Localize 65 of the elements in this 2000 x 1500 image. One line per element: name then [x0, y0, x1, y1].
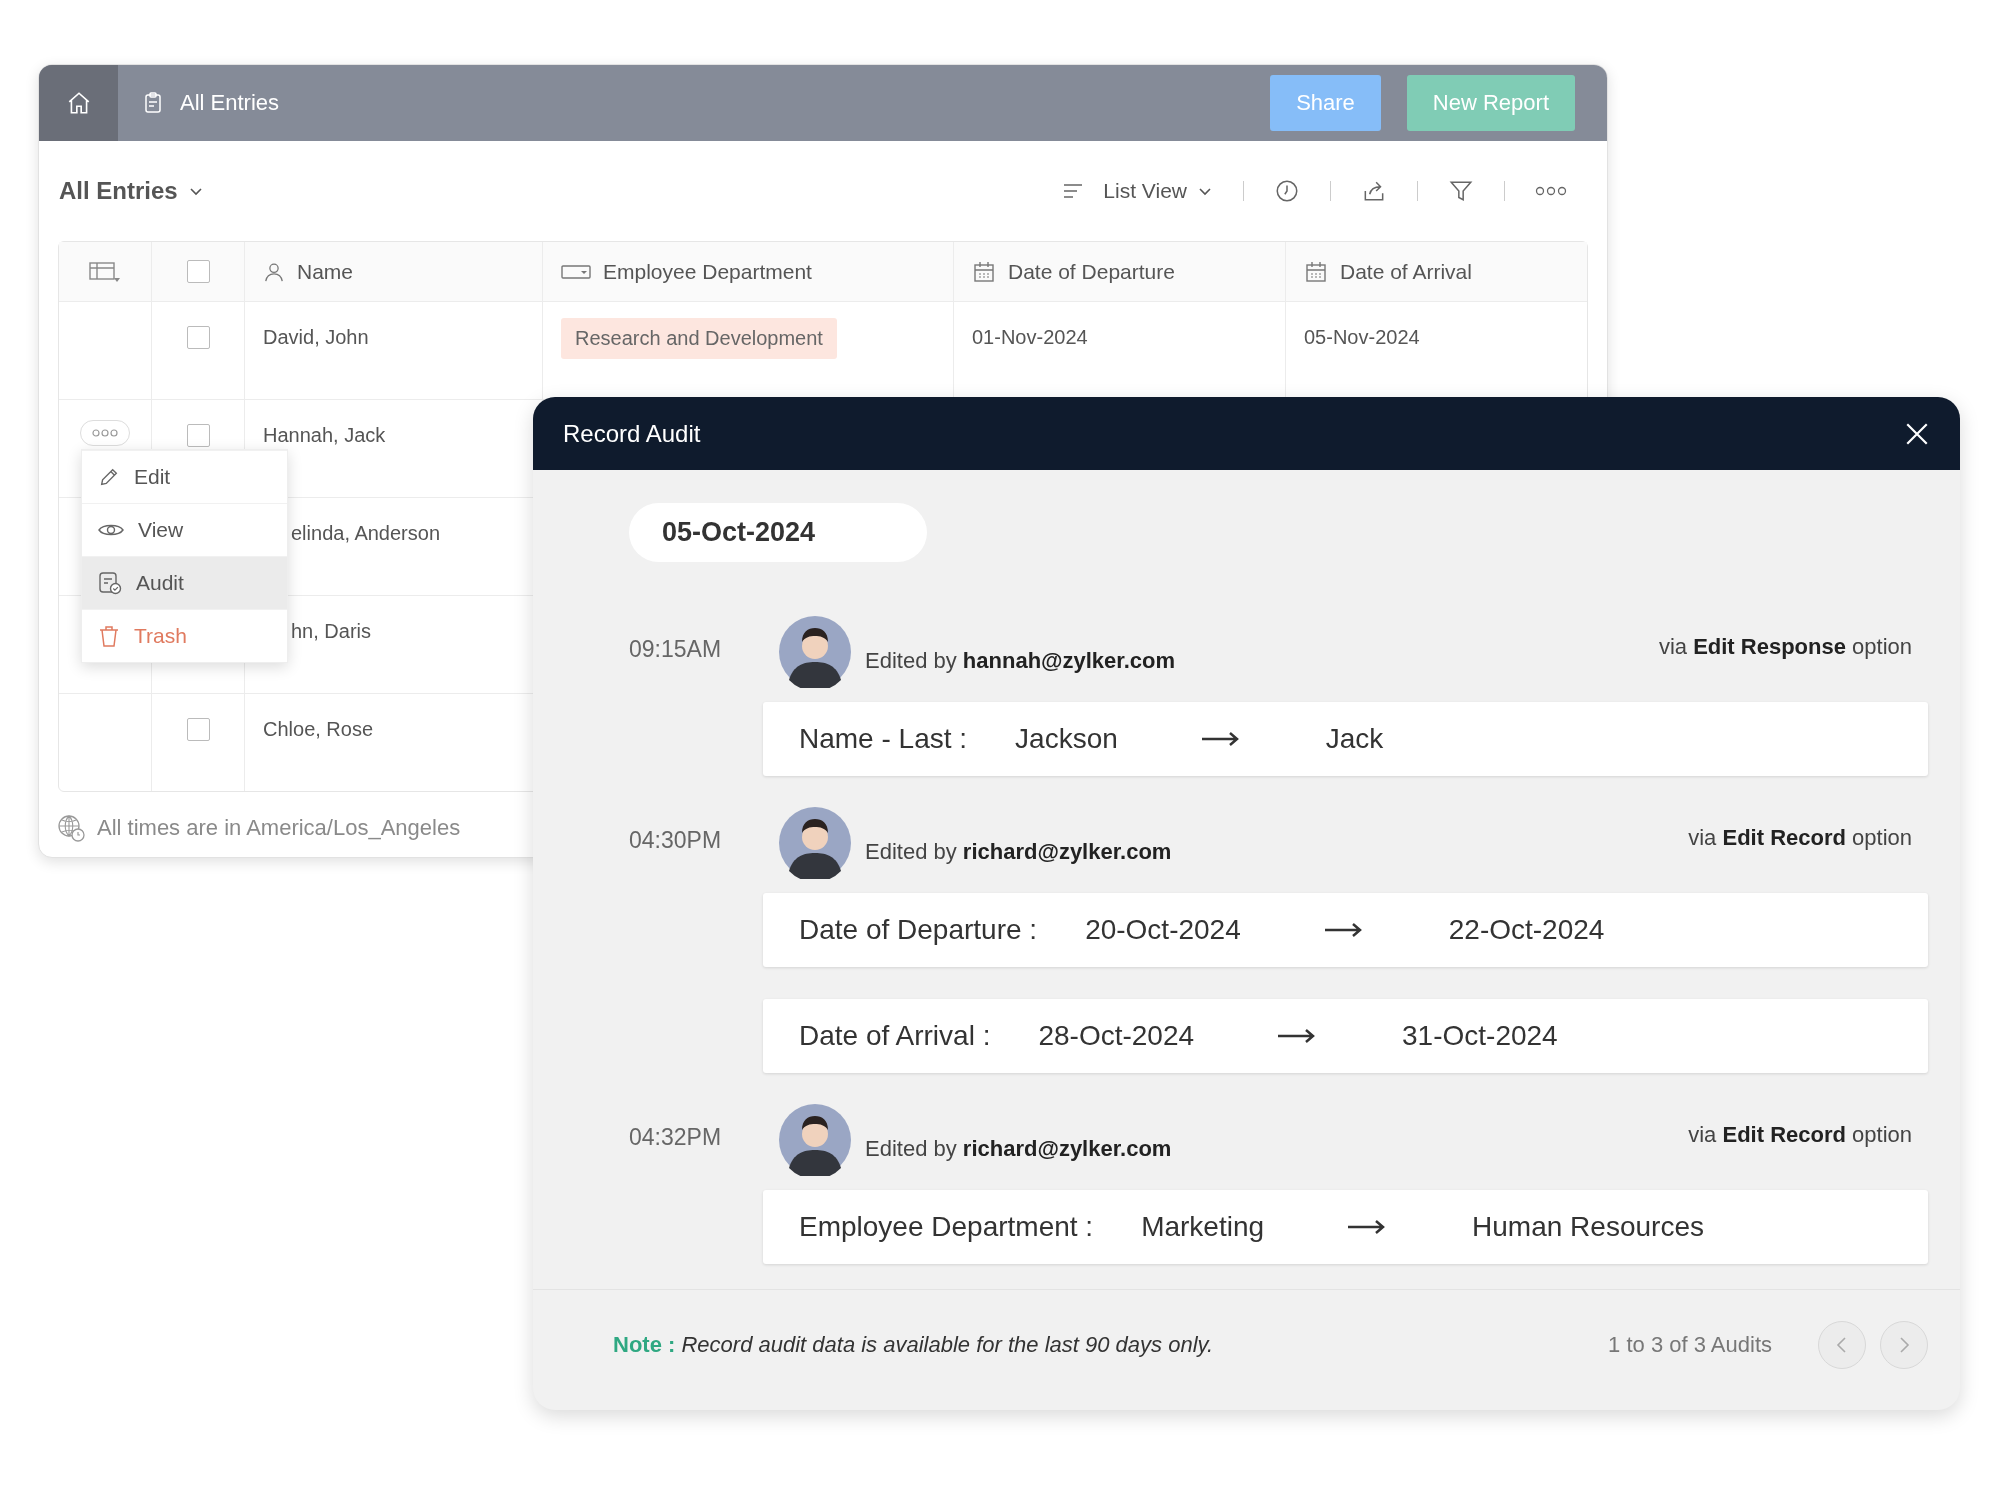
row-checkbox[interactable]	[186, 424, 210, 447]
trash-icon	[98, 624, 120, 648]
old-value: 20-Oct-2024	[1085, 914, 1241, 946]
name-cell: David, John	[263, 326, 369, 349]
new-value: 31-Oct-2024	[1402, 1020, 1558, 1052]
field-label: Date of Arrival :	[799, 1020, 991, 1052]
audit-time: 04:30PM	[629, 826, 723, 854]
view-dropdown[interactable]: All Entries	[59, 177, 204, 205]
date-pill: 05-Oct-2024	[629, 503, 928, 562]
new-value: 22-Oct-2024	[1448, 914, 1605, 946]
avatar-icon	[779, 807, 851, 879]
list-view-dropdown[interactable]: List View	[1103, 179, 1213, 203]
dropdown-field-icon	[561, 262, 591, 281]
menu-item[interactable]: Audit	[82, 556, 287, 609]
audit-time: 09:15AM	[629, 635, 723, 663]
field-label: Employee Department :	[799, 1211, 1094, 1243]
editor-text: Edited by richard@zylker.com	[865, 1135, 1172, 1162]
name-cell: hn, Daris	[291, 620, 372, 643]
clock-icon[interactable]	[1274, 178, 1300, 204]
source-text: via Edit Response option	[1658, 633, 1912, 660]
old-value: Marketing	[1141, 1211, 1265, 1243]
note-text: Note : Record audit data is available for the last 90 days only.	[613, 1332, 1214, 1358]
column-header: Name	[297, 259, 354, 284]
home-button[interactable]	[39, 65, 118, 141]
chevron-left-icon	[1835, 1336, 1849, 1354]
app-title: All Entries	[180, 90, 280, 116]
new-value: Jack	[1325, 723, 1384, 755]
column-header: Date of Departure	[1008, 259, 1175, 284]
source-text: via Edit Record option	[1688, 1121, 1912, 1148]
pencil-icon	[98, 466, 120, 488]
audit-time: 04:32PM	[629, 1123, 723, 1151]
select-all-checkbox[interactable]	[186, 260, 210, 283]
audit-count: 1 to 3 of 3 Audits	[1608, 1332, 1772, 1358]
chevron-right-icon	[1897, 1336, 1911, 1354]
row-checkbox[interactable]	[186, 326, 210, 349]
column-header: Date of Arrival	[1340, 259, 1472, 284]
department-tag: Research and Development	[561, 318, 837, 359]
audit-icon	[98, 571, 122, 595]
field-label: Date of Departure :	[799, 914, 1038, 946]
row-more-button[interactable]	[80, 420, 130, 446]
more-icon[interactable]	[1535, 184, 1567, 198]
source-text: via Edit Record option	[1688, 824, 1912, 851]
field-label: Name - Last :	[799, 723, 968, 755]
avatar-icon	[779, 616, 851, 688]
new-value: Human Resources	[1472, 1211, 1704, 1243]
old-value: Jackson	[1015, 723, 1118, 755]
name-cell: elinda, Anderson	[291, 522, 440, 545]
columns-icon[interactable]	[88, 259, 122, 284]
departure-cell: 01-Nov-2024	[972, 326, 1088, 349]
name-cell: Chloe, Rose	[263, 718, 374, 741]
editor-text: Edited by richard@zylker.com	[865, 838, 1172, 865]
avatar-icon	[779, 1104, 851, 1176]
name-cell: Hannah, Jack	[263, 424, 386, 447]
row-checkbox[interactable]	[186, 718, 210, 741]
calendar-icon	[1304, 259, 1328, 284]
menu-item[interactable]: Edit	[82, 450, 287, 503]
dialog-title: Record Audit	[563, 419, 702, 448]
calendar-icon	[972, 259, 996, 284]
editor-text: Edited by hannah@zylker.com	[865, 647, 1176, 674]
column-header: Employee Department	[603, 259, 812, 284]
arrival-cell: 05-Nov-2024	[1304, 326, 1420, 349]
more-icon	[92, 428, 118, 438]
globe-clock-icon	[57, 814, 85, 842]
old-value: 28-Oct-2024	[1038, 1020, 1195, 1052]
timezone-note: All times are in America/Los_Angeles	[97, 815, 461, 841]
